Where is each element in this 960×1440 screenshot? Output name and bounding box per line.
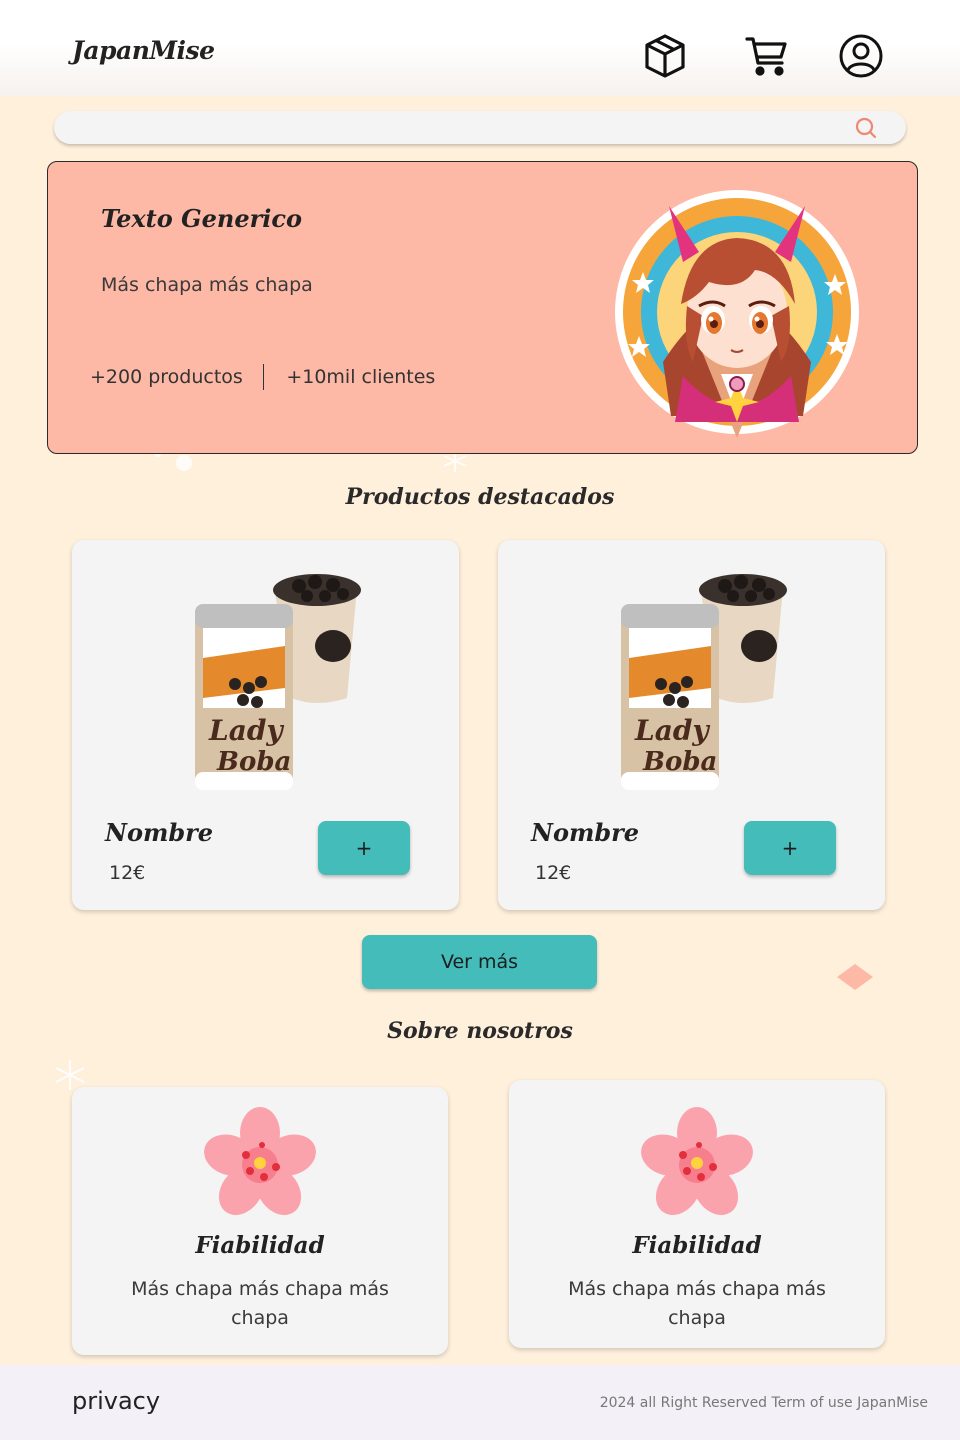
product-image: Lady Boba <box>195 574 361 790</box>
anime-mascot-icon <box>615 190 859 438</box>
sakura-flower-icon <box>204 1107 316 1215</box>
package-icon[interactable] <box>641 32 689 80</box>
search-icon <box>855 117 877 138</box>
about-card: Fiabilidad Más chapa más chapa más chapa <box>72 1087 448 1355</box>
cart-icon[interactable] <box>743 32 791 80</box>
product-card[interactable]: Lady Boba Nombre 12€ + <box>72 540 459 910</box>
privacy-link[interactable]: privacy <box>72 1387 160 1415</box>
featured-title: Productos destacados <box>345 484 615 510</box>
add-to-cart-button[interactable]: + <box>744 821 836 875</box>
footer: privacy 2024 all Right Reserved Term of … <box>0 1365 960 1440</box>
about-title: Sobre nosotros <box>387 1018 573 1044</box>
see-more-button[interactable]: Ver más <box>362 935 597 989</box>
hero-text: Más chapa más chapa <box>101 274 313 296</box>
about-card-text: Más chapa más chapa más chapa <box>131 1278 389 1329</box>
product-price: 12€ <box>535 862 572 884</box>
search-bar <box>54 111 906 144</box>
stat-divider <box>262 364 265 390</box>
product-card[interactable]: Lady Boba Nombre 12€ + <box>498 540 885 910</box>
product-name: Nombre <box>105 818 214 847</box>
add-to-cart-button[interactable]: + <box>318 821 410 875</box>
product-name: Nombre <box>531 818 640 847</box>
about-card: Fiabilidad Más chapa más chapa más chapa <box>509 1080 885 1348</box>
hero-banner: Texto Generico Más chapa más chapa +200 … <box>47 161 918 454</box>
svg-text:Lady: Lady <box>634 714 710 747</box>
about-card-text: Más chapa más chapa más chapa <box>568 1278 826 1329</box>
hero-title: Texto Generico <box>101 204 302 233</box>
diamond-decoration-icon <box>837 964 873 990</box>
header: JapanMise <box>0 0 960 96</box>
about-card-title: Fiabilidad <box>195 1232 325 1259</box>
search-input[interactable] <box>54 111 846 144</box>
stat-clients: +10mil clientes <box>286 366 436 388</box>
hero-stats: +200 productos +10mil clientes <box>90 364 435 390</box>
product-image: Lady Boba <box>621 574 787 790</box>
search-button[interactable] <box>846 111 886 144</box>
stat-products: +200 productos <box>90 366 243 388</box>
product-price: 12€ <box>109 862 146 884</box>
logo[interactable]: JapanMise <box>72 36 215 65</box>
user-icon[interactable] <box>837 32 885 80</box>
sakura-flower-icon <box>641 1107 753 1215</box>
svg-text:Lady: Lady <box>208 714 284 747</box>
copyright-text: 2024 all Right Reserved Term of use Japa… <box>599 1395 928 1411</box>
about-card-title: Fiabilidad <box>632 1232 762 1259</box>
